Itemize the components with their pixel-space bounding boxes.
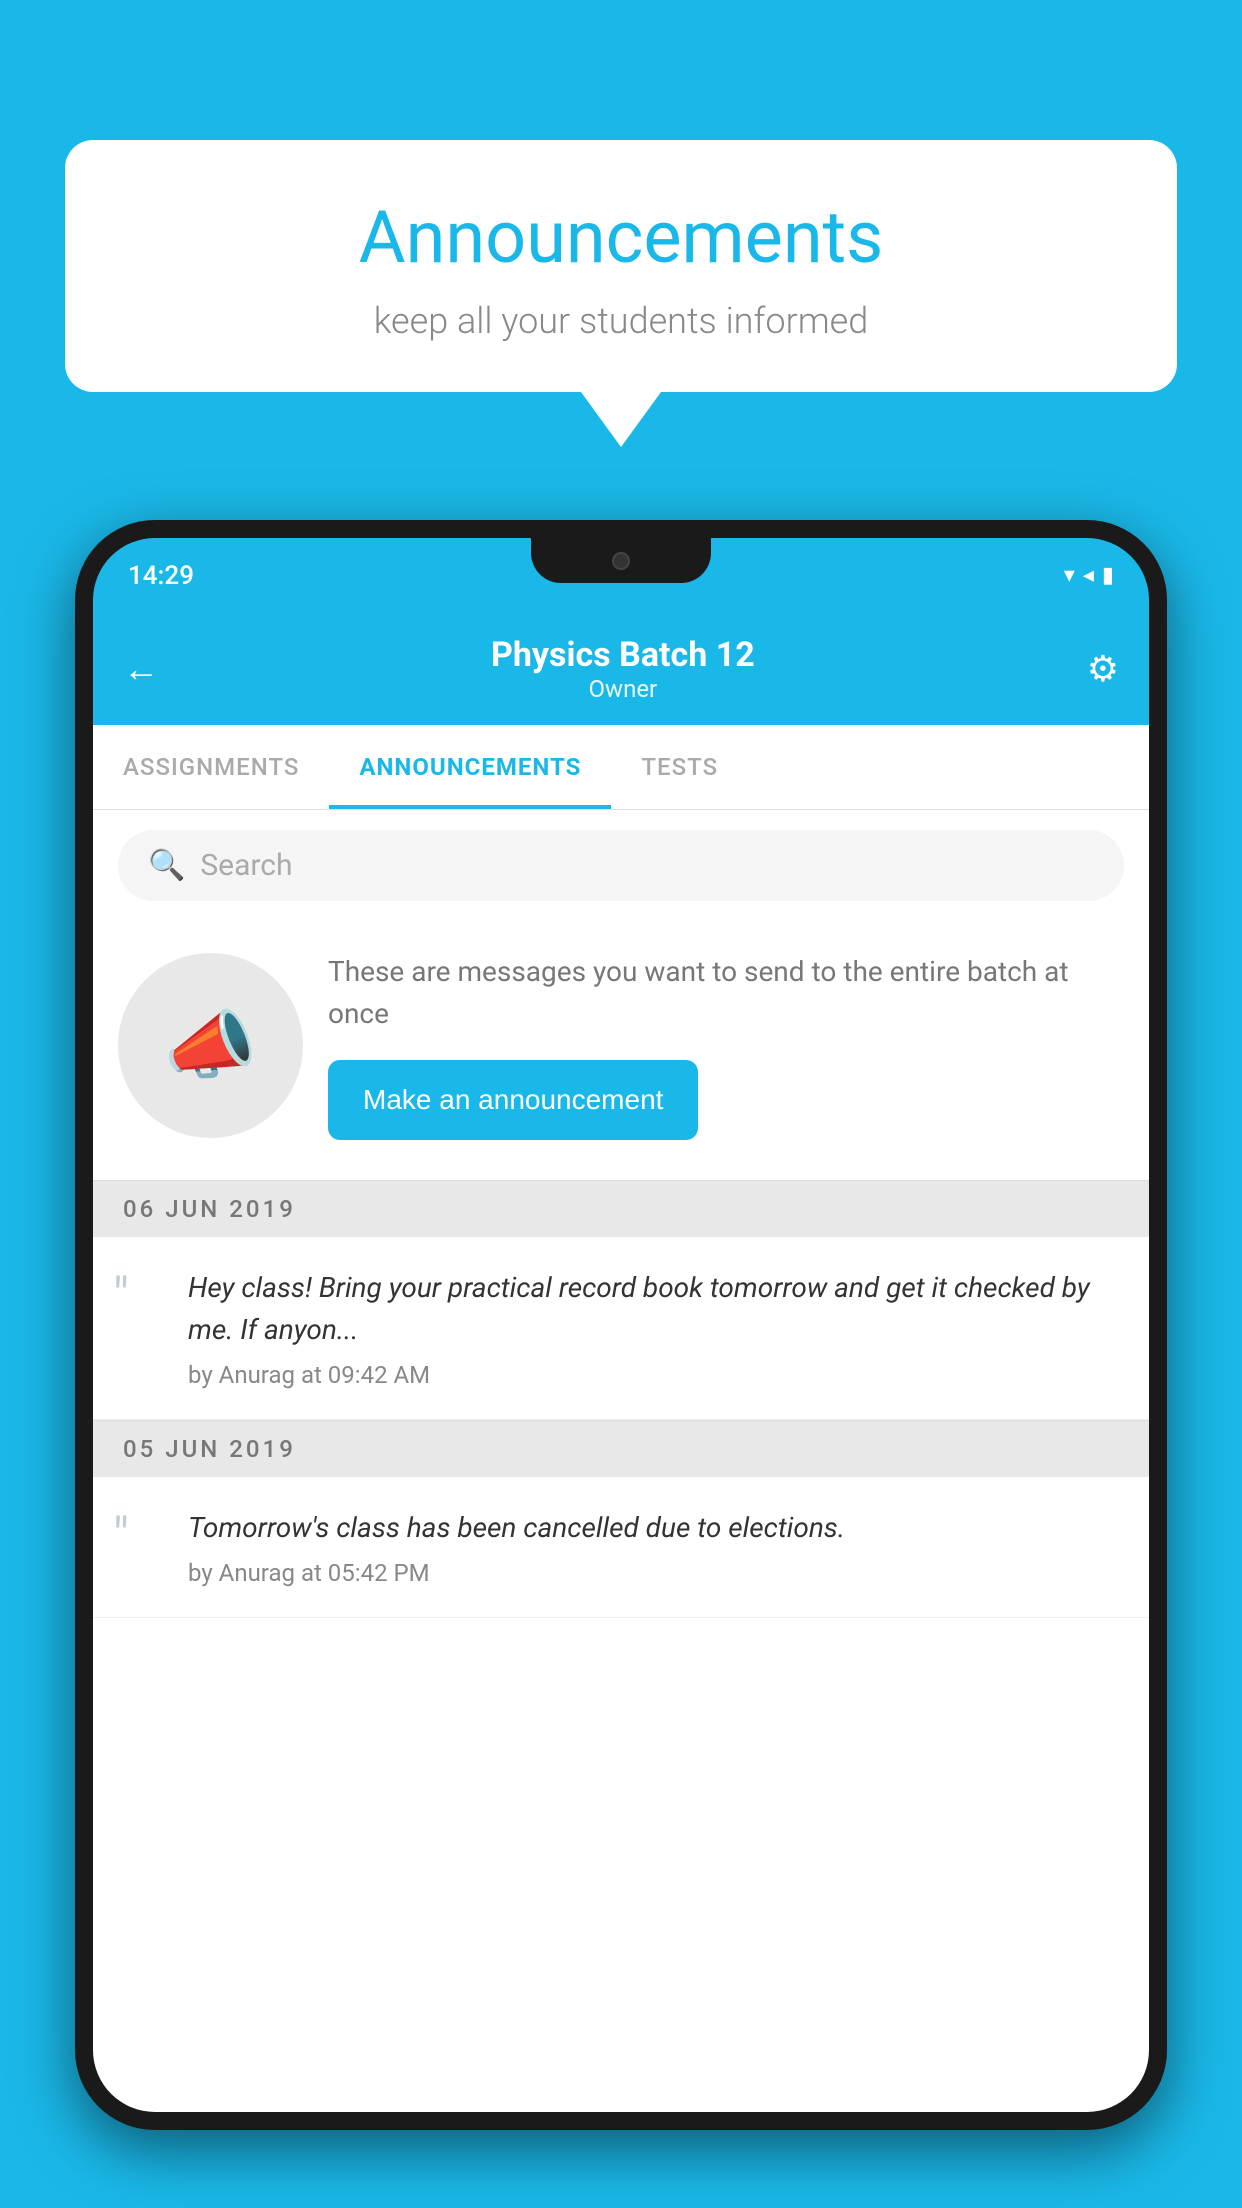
announcement-text-2: Tomorrow's class has been cancelled due … xyxy=(188,1507,1119,1549)
signal-icon: ◂ xyxy=(1083,563,1094,588)
search-icon: 🔍 xyxy=(148,848,185,883)
back-button[interactable]: ← xyxy=(123,648,159,690)
promo-right: These are messages you want to send to t… xyxy=(328,951,1124,1140)
tab-assignments[interactable]: ASSIGNMENTS xyxy=(93,725,329,809)
make-announcement-button[interactable]: Make an announcement xyxy=(328,1060,698,1140)
speech-bubble: Announcements keep all your students inf… xyxy=(65,140,1177,392)
quote-icon-1: " xyxy=(113,1267,168,1322)
announcement-item-2[interactable]: " Tomorrow's class has been cancelled du… xyxy=(93,1477,1149,1618)
phone-wrapper: 14:29 ▾ ◂ ▮ ← Physics Batch 12 Owner ⚙ xyxy=(75,520,1167,2208)
announcement-meta-2: by Anurag at 05:42 PM xyxy=(188,1559,1119,1587)
status-time: 14:29 xyxy=(128,561,194,591)
promo-section: 📣 These are messages you want to send to… xyxy=(93,921,1149,1180)
settings-gear-icon[interactable]: ⚙ xyxy=(1087,648,1119,690)
status-bar: 14:29 ▾ ◂ ▮ xyxy=(93,538,1149,613)
promo-description: These are messages you want to send to t… xyxy=(328,951,1124,1035)
phone-frame: 14:29 ▾ ◂ ▮ ← Physics Batch 12 Owner ⚙ xyxy=(75,520,1167,2130)
header-subtitle: Owner xyxy=(491,675,755,703)
megaphone-icon: 📣 xyxy=(164,1002,257,1090)
announcement-text-1: Hey class! Bring your practical record b… xyxy=(188,1267,1119,1351)
announcement-body-2: Tomorrow's class has been cancelled due … xyxy=(188,1507,1119,1587)
header-title-group: Physics Batch 12 Owner xyxy=(491,635,755,703)
speech-bubble-title: Announcements xyxy=(125,195,1117,280)
status-icons: ▾ ◂ ▮ xyxy=(1064,563,1114,588)
speech-bubble-section: Announcements keep all your students inf… xyxy=(65,140,1177,447)
search-bar[interactable]: 🔍 Search xyxy=(118,830,1124,901)
announcement-item-1[interactable]: " Hey class! Bring your practical record… xyxy=(93,1237,1149,1420)
tab-bar: ASSIGNMENTS ANNOUNCEMENTS TESTS xyxy=(93,725,1149,810)
announcement-meta-1: by Anurag at 09:42 AM xyxy=(188,1361,1119,1389)
app-header: ← Physics Batch 12 Owner ⚙ xyxy=(93,613,1149,725)
promo-icon-circle: 📣 xyxy=(118,953,303,1138)
date-divider-1: 06 JUN 2019 xyxy=(93,1180,1149,1237)
speech-bubble-tail xyxy=(581,392,661,447)
battery-icon: ▮ xyxy=(1102,563,1114,588)
date-divider-2: 05 JUN 2019 xyxy=(93,1420,1149,1477)
phone-screen: ← Physics Batch 12 Owner ⚙ ASSIGNMENTS A… xyxy=(93,613,1149,2112)
camera-lens xyxy=(612,552,630,570)
wifi-icon: ▾ xyxy=(1064,563,1075,588)
announcement-body-1: Hey class! Bring your practical record b… xyxy=(188,1267,1119,1389)
header-title: Physics Batch 12 xyxy=(491,635,755,675)
phone-notch xyxy=(531,538,711,583)
quote-icon-2: " xyxy=(113,1507,168,1562)
tab-announcements[interactable]: ANNOUNCEMENTS xyxy=(329,725,611,809)
search-placeholder: Search xyxy=(200,848,292,883)
tab-tests[interactable]: TESTS xyxy=(611,725,748,809)
speech-bubble-subtitle: keep all your students informed xyxy=(125,300,1117,342)
